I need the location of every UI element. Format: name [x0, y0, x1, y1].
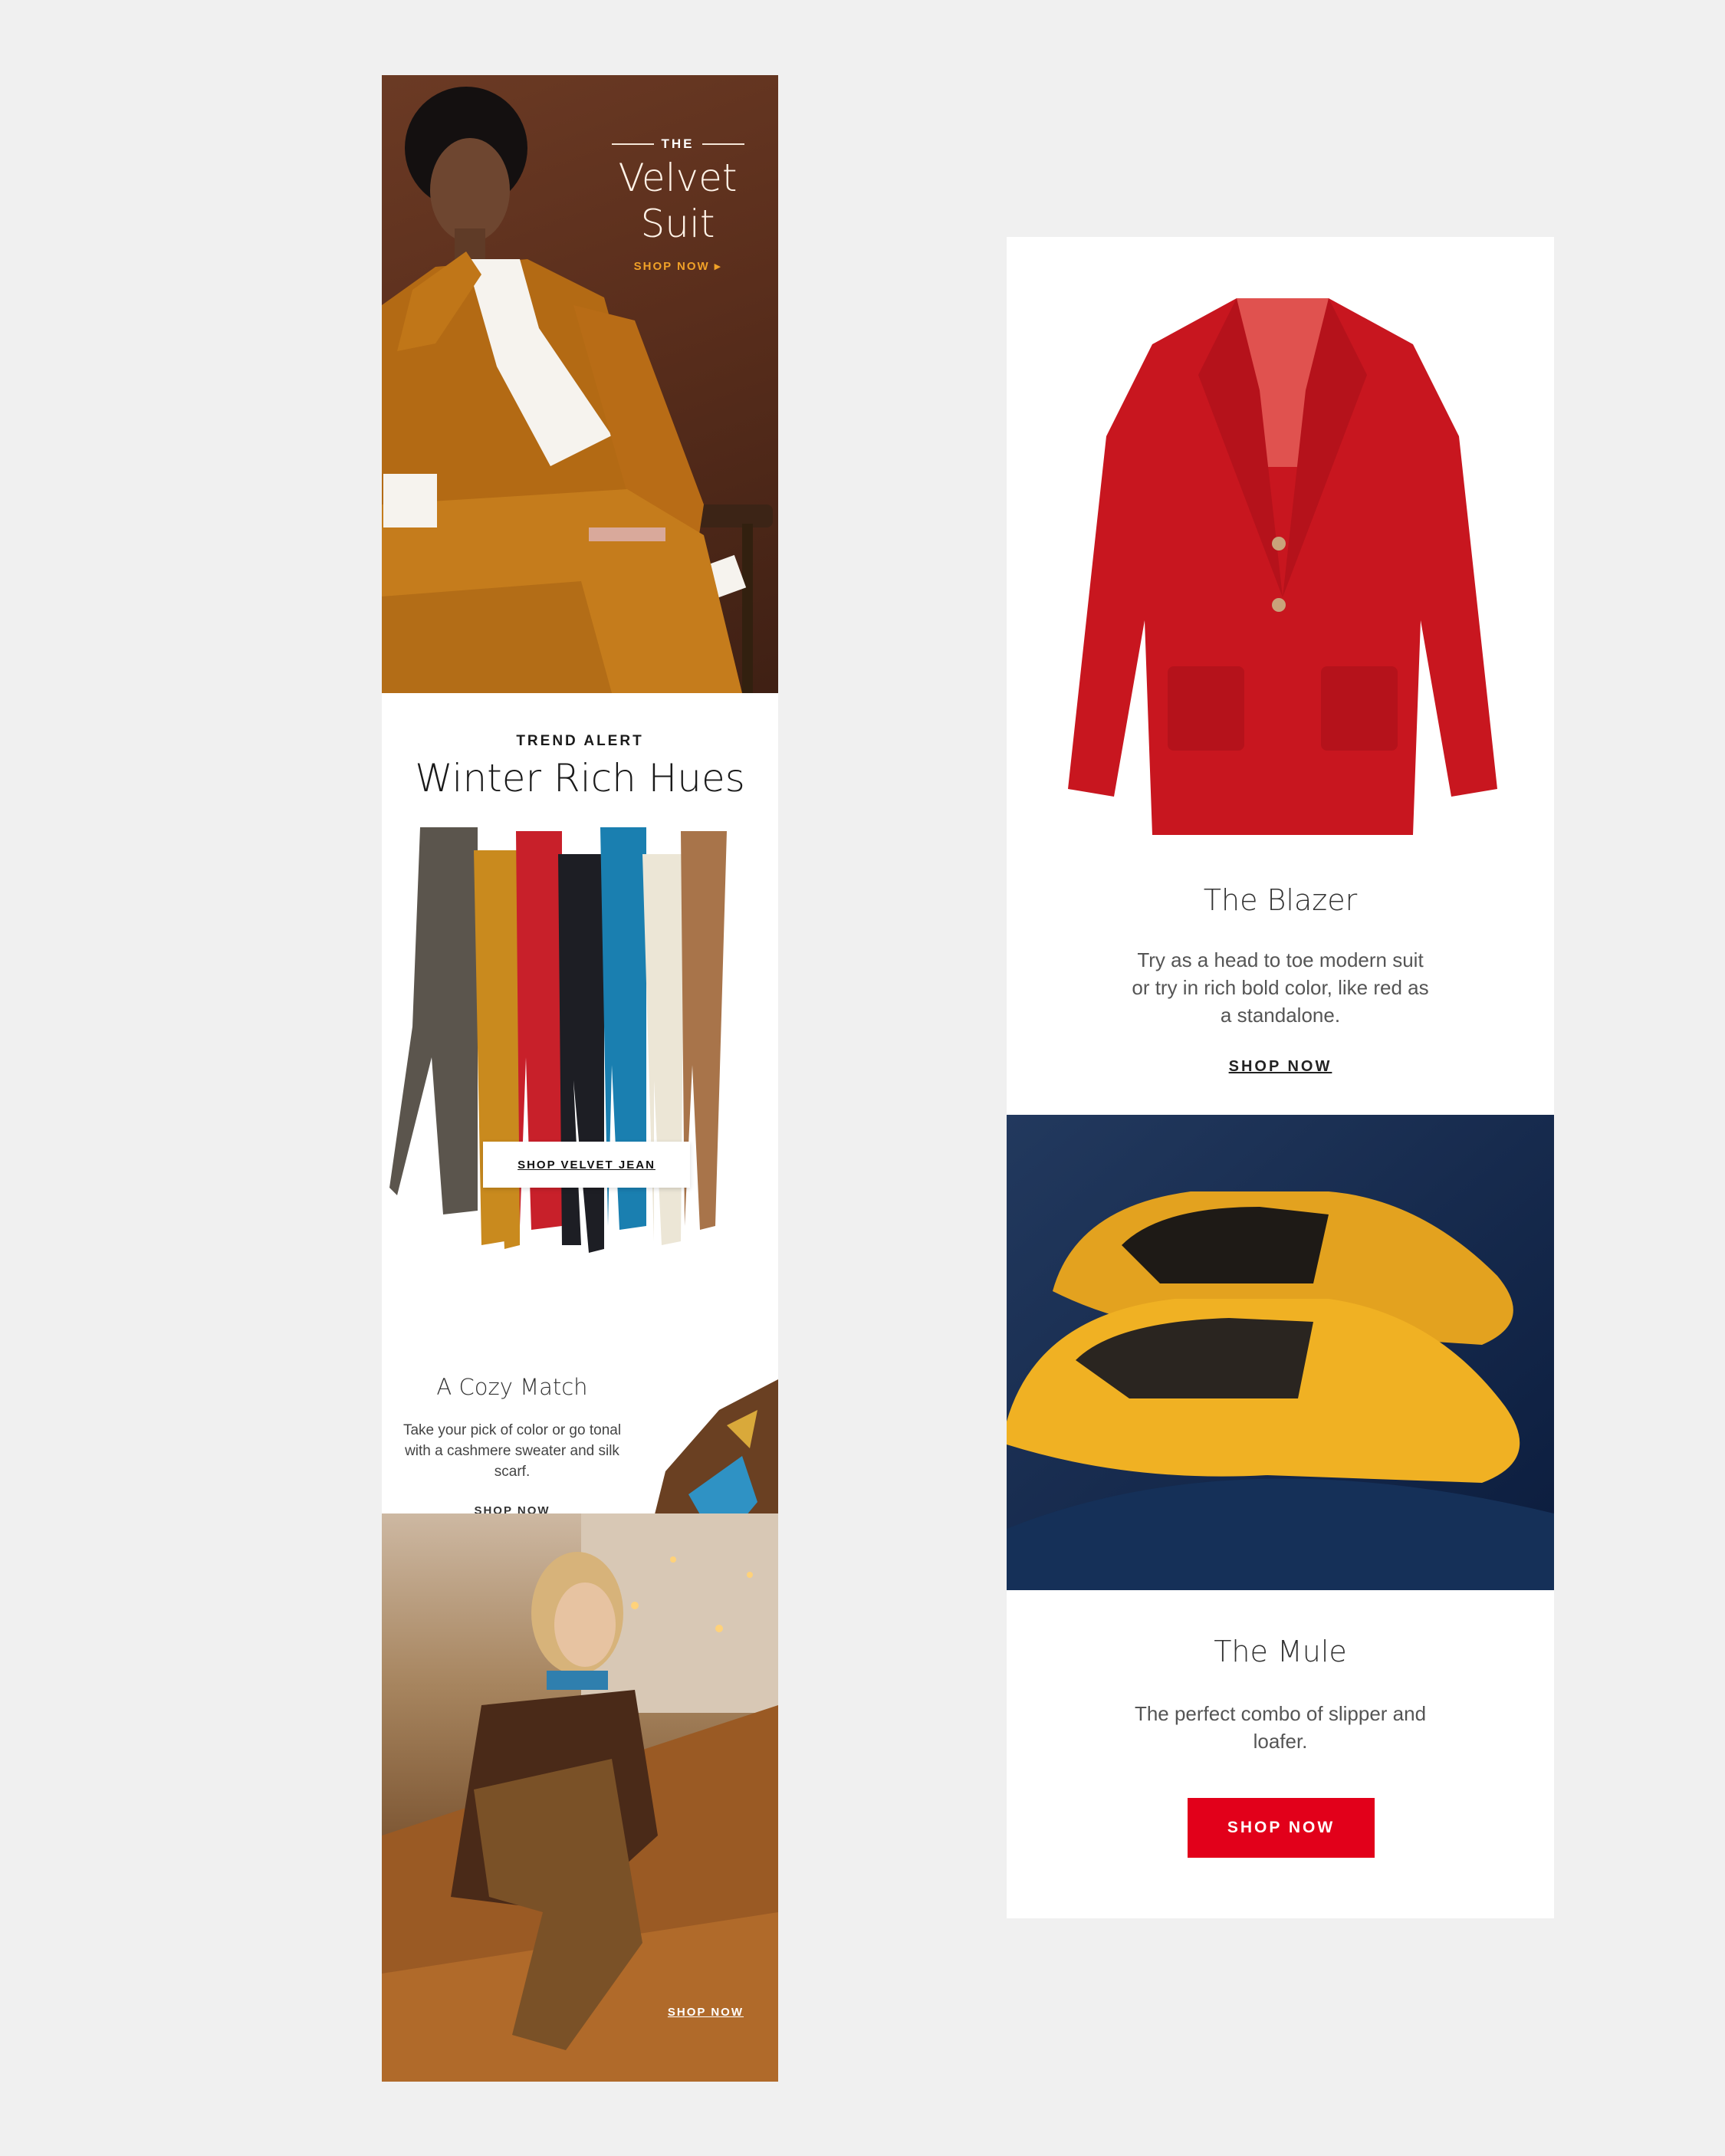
jeans-illustration: [389, 827, 727, 1253]
lifestyle-shop-now-link[interactable]: SHOP NOW: [668, 2006, 744, 2019]
kicker-rule-right: [702, 143, 744, 145]
trend-title: Winter Rich Hues: [415, 756, 745, 800]
left-email-column: THE Velvet Suit SHOP NOW ▸ TREND ALERT W…: [382, 75, 778, 2082]
hero-title-block: THE Velvet Suit SHOP NOW ▸: [577, 136, 778, 274]
hero-title: Velvet Suit: [618, 156, 738, 246]
velvet-jeans-image[interactable]: SHOP VELVET JEAN: [389, 827, 773, 1260]
mule-title: The Mule: [1214, 1635, 1347, 1668]
mule-description: The perfect combo of slipper and loafer.: [1134, 1702, 1427, 1753]
blazer-shop-now-link[interactable]: SHOP NOW: [1007, 1058, 1554, 1076]
right-email-column: The Blazer Try as a head to toe modern s…: [1007, 237, 1554, 1918]
sofa-model-image: [382, 1513, 778, 2082]
red-blazer-image[interactable]: [1007, 237, 1554, 866]
velvet-suit-hero[interactable]: THE Velvet Suit SHOP NOW ▸: [382, 75, 778, 693]
hero-kicker-text: THE: [661, 136, 695, 151]
trend-alert-section: TREND ALERT Winter Rich Hues SHOP VELVET…: [382, 693, 778, 1632]
mule-image[interactable]: [1007, 1115, 1554, 1590]
hero-kicker: THE: [577, 136, 778, 152]
blazer-description: Try as a head to toe modern suit or try …: [1132, 948, 1429, 1027]
mule-shop-now-button[interactable]: SHOP NOW: [1188, 1798, 1375, 1858]
trend-kicker: TREND ALERT: [516, 733, 644, 749]
shop-velvet-jean-button[interactable]: SHOP VELVET JEAN: [483, 1142, 690, 1188]
blazer-title: The Blazer: [1203, 883, 1358, 917]
yellow-mule-shoes: [1007, 1115, 1554, 1590]
kicker-rule-left: [611, 143, 654, 145]
lifestyle-image-section[interactable]: SHOP NOW: [382, 1513, 778, 2082]
hero-shop-now-link[interactable]: SHOP NOW ▸: [634, 259, 722, 273]
